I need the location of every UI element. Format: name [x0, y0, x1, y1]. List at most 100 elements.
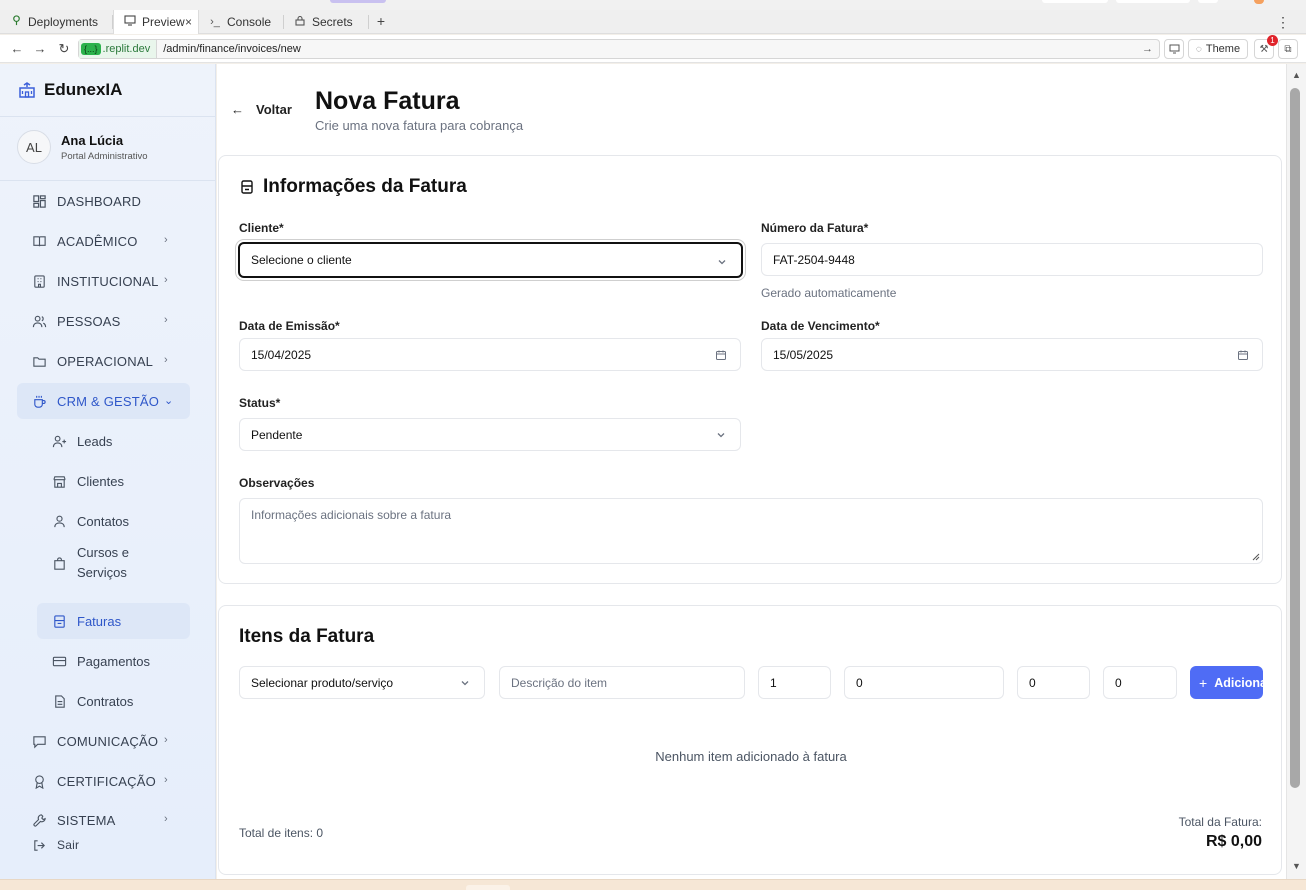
scroll-up-icon[interactable]: ▲: [1292, 70, 1301, 80]
tab-deployments[interactable]: Deployments: [0, 10, 112, 34]
tab-secrets[interactable]: Secrets: [284, 10, 368, 34]
sidebar-item-certificacao[interactable]: CERTIFICAÇÃO ›: [17, 763, 190, 799]
sidebar-item-cursos-servicos[interactable]: Cursos e Serviços: [37, 541, 190, 585]
url-field[interactable]: {...} .replit.dev /admin/finance/invoice…: [78, 39, 1160, 59]
theme-button[interactable]: ◌ Theme: [1188, 39, 1248, 59]
sidebar-item-institucional[interactable]: INSTITUCIONAL ›: [17, 263, 190, 299]
unit-price-input[interactable]: 0: [844, 666, 1004, 699]
discount-input[interactable]: 0: [1017, 666, 1090, 699]
window-control: [1042, 0, 1108, 3]
tab-preview[interactable]: Preview ×: [113, 10, 199, 34]
chevron-right-icon: ›: [164, 234, 168, 246]
logout-label: Sair: [57, 838, 80, 852]
user-plus-icon: [51, 433, 67, 449]
sidebar-item-pessoas[interactable]: PESSOAS ›: [17, 303, 190, 339]
chevron-down-icon: ⌄: [164, 395, 174, 407]
book-open-icon: [31, 233, 47, 249]
close-tab-icon[interactable]: ×: [185, 15, 192, 29]
item-description-input[interactable]: Descrição do item: [499, 666, 745, 699]
label-line: Cursos e: [77, 545, 130, 560]
receipt-icon: [51, 613, 67, 629]
issue-date-label: Data de Emissão*: [239, 319, 340, 333]
resize-handle-icon[interactable]: [1251, 552, 1260, 561]
notes-textarea[interactable]: Informações adicionais sobre a fatura: [239, 498, 1263, 564]
open-external-button[interactable]: ⧉: [1278, 39, 1298, 59]
product-select[interactable]: Selecionar produto/serviço: [239, 666, 485, 699]
sidebar-item-contatos[interactable]: Contatos: [37, 503, 190, 539]
sidebar-item-crm-gestao[interactable]: CRM & GESTÃO ⌄: [17, 383, 190, 419]
sidebar-item-academico[interactable]: ACADÊMICO ›: [17, 223, 190, 259]
user-profile[interactable]: AL Ana Lúcia Portal Administrativo: [17, 130, 148, 164]
sidebar-item-leads[interactable]: Leads: [37, 423, 190, 459]
calendar-icon[interactable]: [1236, 348, 1250, 362]
browser-tab-bar: Deployments Preview × ›_ Console Secrets…: [0, 10, 1306, 34]
status-label: Status*: [239, 396, 281, 410]
store-icon: [51, 473, 67, 489]
more-options-icon[interactable]: ⋮: [1276, 14, 1290, 31]
issue-date-value: 15/04/2025: [251, 347, 312, 362]
log-out-icon: [31, 837, 47, 853]
devices-button[interactable]: [1164, 39, 1184, 59]
unit-price-value: 0: [856, 675, 863, 690]
sidebar-item-pagamentos[interactable]: Pagamentos: [37, 643, 190, 679]
calendar-icon[interactable]: [714, 348, 728, 362]
window-indicator: [330, 0, 386, 3]
new-tab-button[interactable]: +: [372, 13, 390, 29]
invoice-number-value: FAT-2504-9448: [773, 252, 855, 267]
school-icon: [19, 82, 35, 98]
status-select[interactable]: Pendente: [239, 418, 741, 451]
client-select[interactable]: Selecione o cliente: [238, 242, 743, 278]
sidebar-item-label: Pagamentos: [77, 653, 150, 669]
chevron-right-icon: ›: [164, 314, 168, 326]
sidebar-item-clientes[interactable]: Clientes: [37, 463, 190, 499]
chevron-right-icon: ›: [164, 734, 168, 746]
sidebar-item-faturas[interactable]: Faturas: [37, 603, 190, 639]
scroll-down-icon[interactable]: ▼: [1292, 861, 1301, 871]
window-top-strip: [0, 0, 1306, 10]
sidebar-item-dashboard[interactable]: DASHBOARD: [17, 183, 190, 219]
sidebar: EdunexIA AL Ana Lúcia Portal Administrat…: [0, 64, 216, 879]
logout-button[interactable]: Sair: [17, 832, 190, 858]
tab-divider: [368, 15, 369, 29]
theme-label: Theme: [1205, 43, 1241, 55]
sidebar-item-comunicacao[interactable]: COMUNICAÇÃO ›: [17, 723, 190, 759]
back-arrow-icon[interactable]: ←: [9, 41, 25, 56]
issue-date-input[interactable]: 15/04/2025: [239, 338, 741, 371]
external-link-icon: ⧉: [1284, 43, 1292, 55]
tab-label: Console: [227, 15, 272, 29]
divider: [0, 116, 215, 117]
sidebar-item-label: INSTITUCIONAL: [57, 273, 159, 289]
sidebar-item-label: COMUNICAÇÃO: [57, 733, 159, 749]
tab-console[interactable]: ›_ Console: [199, 10, 283, 34]
brand[interactable]: EdunexIA: [18, 80, 122, 100]
page-scrollbar[interactable]: ▲ ▼: [1286, 64, 1306, 879]
receipt-icon: [241, 180, 253, 194]
reload-icon[interactable]: ↻: [56, 41, 72, 57]
chevron-down-icon: [714, 428, 728, 442]
terminal-icon: ›_: [210, 16, 220, 28]
coffee-icon: [31, 393, 47, 409]
go-arrow-icon[interactable]: →: [1142, 43, 1153, 55]
due-date-input[interactable]: 15/05/2025: [761, 338, 1263, 371]
chevron-right-icon: ›: [164, 354, 168, 366]
taskbar-handle: [466, 885, 510, 890]
divider: [0, 180, 215, 181]
back-button[interactable]: ← Voltar: [231, 102, 292, 117]
sidebar-item-operacional[interactable]: OPERACIONAL ›: [17, 343, 190, 379]
forward-arrow-icon[interactable]: →: [32, 41, 48, 56]
file-text-icon: [51, 693, 67, 709]
invoice-number-input[interactable]: FAT-2504-9448: [761, 243, 1263, 276]
due-date-value: 15/05/2025: [773, 347, 834, 362]
invoice-total-value: R$ 0,00: [1205, 833, 1262, 850]
back-label: Voltar: [256, 102, 292, 117]
plus-icon: +: [1199, 674, 1208, 691]
client-label: Cliente*: [239, 221, 284, 235]
tax-input[interactable]: 0: [1103, 666, 1177, 699]
devtools-button[interactable]: ⚒ 1: [1254, 35, 1278, 59]
scrollbar-thumb[interactable]: [1290, 88, 1300, 788]
quantity-input[interactable]: 1: [758, 666, 831, 699]
chevron-right-icon: ›: [164, 274, 168, 286]
sidebar-item-label: Contratos: [77, 693, 134, 709]
sidebar-item-contratos[interactable]: Contratos: [37, 683, 190, 719]
add-item-button[interactable]: + Adicionar: [1190, 666, 1263, 699]
